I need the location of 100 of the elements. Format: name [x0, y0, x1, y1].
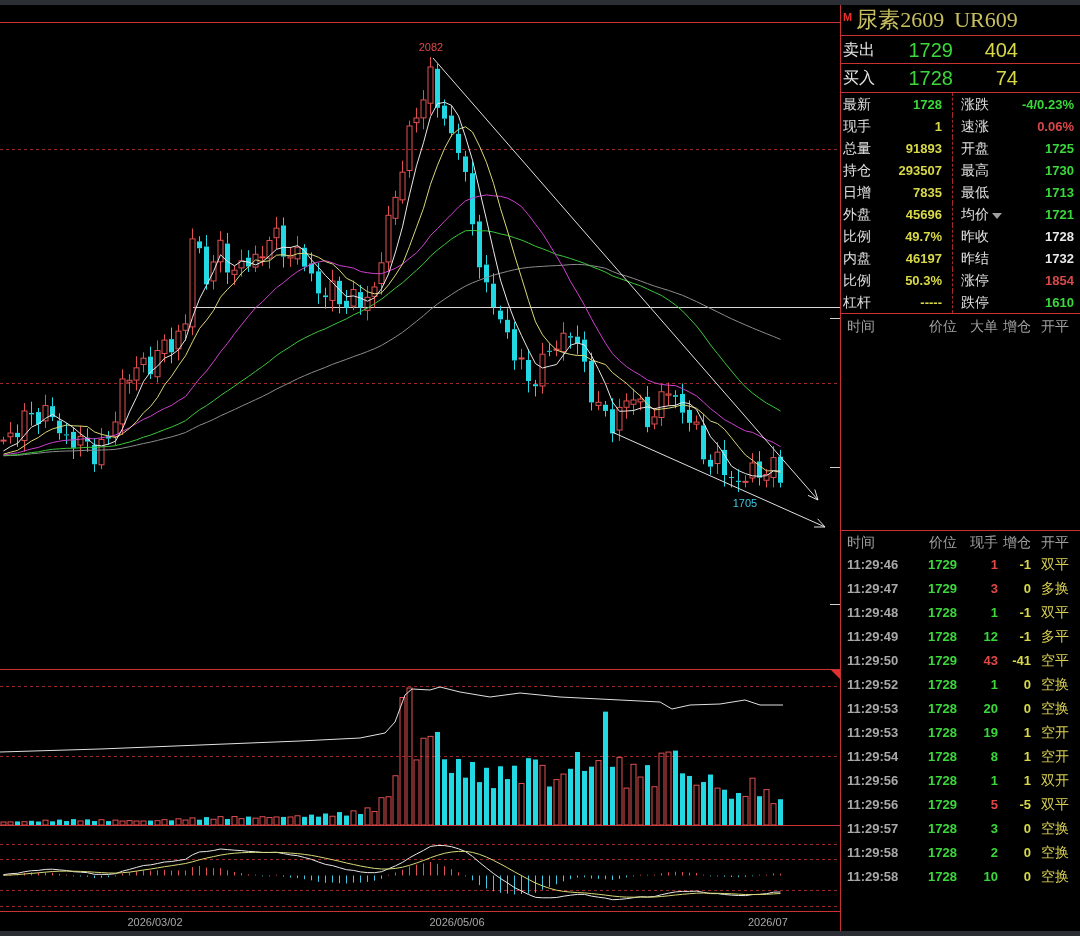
- trade-type: 双平: [1040, 797, 1070, 811]
- trade-type: 空换: [1040, 701, 1070, 715]
- stat-value: 1730: [1045, 163, 1074, 177]
- tick-price: 1728: [927, 701, 957, 715]
- stat-label: 跌停: [961, 295, 989, 309]
- trade-type: 空开: [1040, 749, 1070, 763]
- stat-value: 1728: [1045, 229, 1074, 243]
- stat-label: 速涨: [961, 119, 989, 133]
- tick-price: 1729: [927, 557, 957, 571]
- open-interest-change: -5: [1018, 797, 1031, 811]
- axis-tick: [829, 467, 840, 468]
- stat-value: 1610: [1045, 295, 1074, 309]
- stat-value: 1728: [913, 97, 942, 111]
- open-interest-change: -1: [1018, 605, 1031, 619]
- tick-volume: 20: [982, 701, 998, 715]
- date-label: 2026/07: [748, 916, 788, 928]
- tick-price: 1728: [927, 749, 957, 763]
- column-header: 价位: [928, 318, 957, 333]
- trade-type: 空换: [1040, 821, 1070, 835]
- tick-volume: 8: [989, 749, 998, 763]
- stat-label: 涨跌: [961, 97, 989, 111]
- axis-tick: [829, 604, 840, 605]
- stat-value: -4/0.23%: [1021, 97, 1074, 111]
- quote-label: 买入: [843, 70, 876, 86]
- tick-volume: 1: [989, 773, 998, 787]
- trade-type: 空开: [1040, 725, 1070, 739]
- tick-price: 1728: [927, 629, 957, 643]
- tick-time: 11:29:52: [847, 677, 900, 691]
- open-interest-change: 0: [1022, 581, 1031, 595]
- tick-time: 11:29:46: [847, 557, 900, 571]
- tick-price: 1729: [927, 653, 957, 667]
- dropdown-caret-icon[interactable]: [992, 213, 1002, 219]
- tick-volume: 2: [989, 845, 998, 859]
- quote-price: 1729: [907, 39, 953, 60]
- tick-time: 11:29:49: [847, 629, 900, 643]
- open-interest-change: 0: [1022, 821, 1031, 835]
- tick-price: 1728: [927, 605, 957, 619]
- market-letter: M: [843, 12, 853, 23]
- tick-price: 1728: [927, 773, 957, 787]
- open-interest-change: -1: [1018, 557, 1031, 571]
- corner-marker-icon: [831, 670, 840, 679]
- tick-volume: 43: [982, 653, 998, 667]
- instrument-name: 尿素2609: [856, 9, 945, 31]
- tick-time: 11:29:50: [847, 653, 900, 667]
- low-price-label: 1705: [732, 497, 758, 509]
- stat-label: 开盘: [961, 141, 989, 155]
- quote-price: 1728: [907, 68, 953, 88]
- trade-type: 双平: [1040, 557, 1070, 571]
- column-header: 开平: [1040, 534, 1070, 549]
- open-interest-change: 0: [1022, 869, 1031, 883]
- stat-label: 最低: [961, 185, 989, 199]
- column-header: 增仓: [1002, 534, 1031, 549]
- tick-time: 11:29:54: [847, 749, 900, 763]
- tick-volume: 1: [989, 677, 998, 691]
- stat-label: 杠杆: [843, 295, 871, 309]
- instrument-code: UR609: [954, 9, 1018, 31]
- tick-time: 11:29:58: [847, 869, 900, 883]
- trade-type: 双开: [1040, 773, 1070, 787]
- tick-price: 1729: [927, 797, 957, 811]
- stat-label: 外盘: [843, 207, 871, 221]
- column-header: 时间: [847, 318, 876, 333]
- stat-value: 50.3%: [905, 273, 942, 287]
- tick-volume: 3: [989, 581, 998, 595]
- tick-price: 1728: [927, 725, 957, 739]
- trade-type: 多换: [1040, 581, 1070, 595]
- stat-value: 7835: [913, 185, 942, 199]
- stat-value: 49.7%: [905, 229, 942, 243]
- open-interest-change: 1: [1022, 773, 1031, 787]
- trade-type: 空换: [1040, 677, 1070, 691]
- tick-time: 11:29:53: [847, 725, 900, 739]
- tick-volume: 1: [989, 605, 998, 619]
- trade-type: 空换: [1040, 869, 1070, 883]
- tick-time: 11:29:56: [847, 773, 900, 787]
- stat-value: 1721: [1045, 207, 1074, 221]
- open-interest-change: 0: [1022, 677, 1031, 691]
- tick-volume: 10: [982, 869, 998, 883]
- open-interest-change: 0: [1022, 845, 1031, 859]
- stat-label: 比例: [843, 229, 871, 243]
- tick-price: 1728: [927, 677, 957, 691]
- quote-volume: 74: [994, 68, 1018, 88]
- stat-label: 最高: [961, 163, 989, 177]
- stat-value: 45696: [905, 207, 942, 221]
- column-header: 时间: [847, 534, 876, 549]
- tick-price: 1728: [927, 869, 957, 883]
- tick-time: 11:29:48: [847, 605, 900, 619]
- stat-label: 昨结: [961, 251, 989, 265]
- trade-type: 双平: [1040, 605, 1070, 619]
- column-header: 大单: [969, 318, 998, 333]
- tick-volume: 19: [982, 725, 998, 739]
- tick-volume: 12: [982, 629, 998, 643]
- stat-value: -----: [920, 295, 942, 309]
- tick-time: 11:29:53: [847, 701, 900, 715]
- stat-value: 1725: [1045, 141, 1074, 155]
- trade-type: 空换: [1040, 845, 1070, 859]
- stat-label: 最新: [843, 97, 871, 111]
- stat-value: 0.06%: [1037, 119, 1074, 133]
- stat-label: 日增: [843, 185, 871, 199]
- stat-label: 昨收: [961, 229, 989, 243]
- stat-label: 内盘: [843, 251, 871, 265]
- quote-label: 卖出: [843, 41, 876, 58]
